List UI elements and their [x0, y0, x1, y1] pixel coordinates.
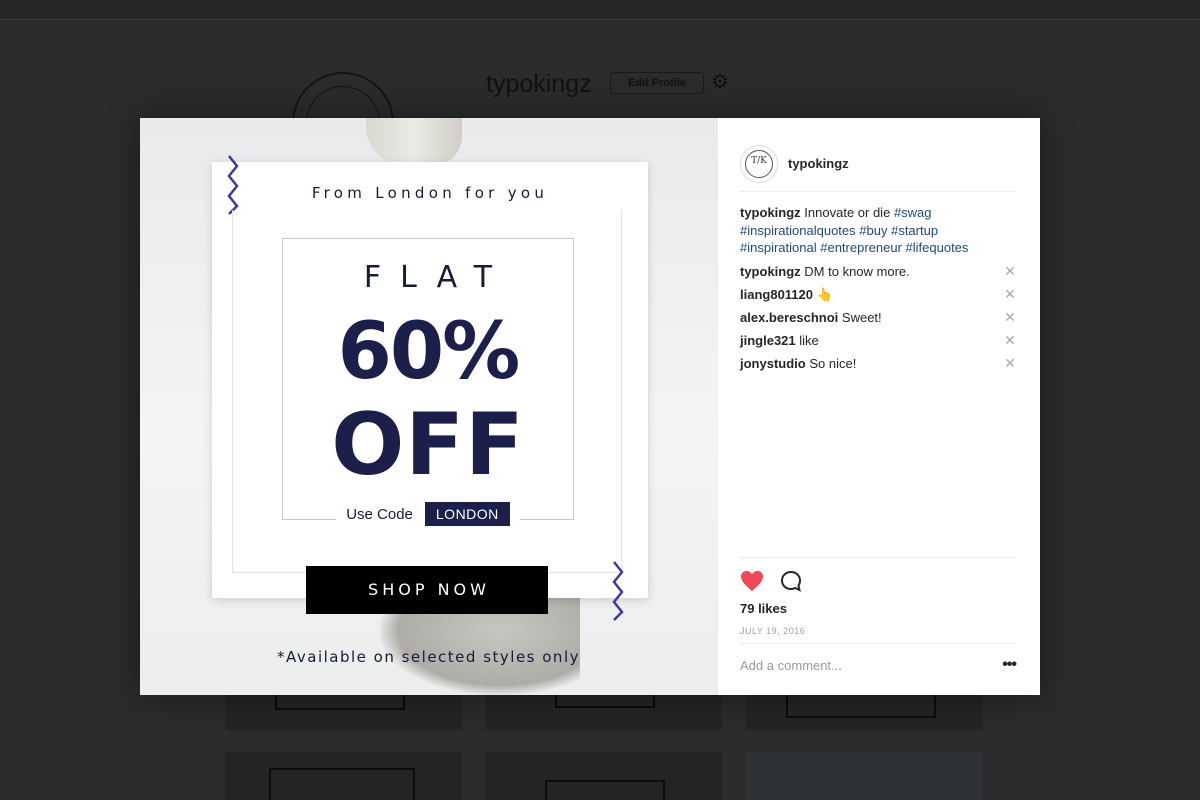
close-icon[interactable]: ✕: [1004, 310, 1016, 324]
post-image[interactable]: From London for you FLAT 60% OFF Use Cod…: [140, 118, 717, 695]
likes-count[interactable]: 79 likes: [740, 601, 787, 616]
heart-icon[interactable]: [740, 570, 764, 592]
use-code-label: Use Code: [346, 505, 413, 523]
grid-post[interactable]: [746, 690, 983, 730]
gear-icon[interactable]: ⚙: [710, 72, 730, 92]
hashtag[interactable]: #buy: [859, 223, 887, 238]
comment-input[interactable]: [740, 658, 970, 673]
comment-author[interactable]: jonystudio: [740, 356, 806, 371]
comment-item: alex.bereschnoi Sweet! ✕: [740, 309, 1016, 332]
promo-card: From London for you FLAT 60% OFF Use Cod…: [212, 155, 648, 621]
post-date: JULY 19, 2016: [740, 626, 806, 636]
promo-code-badge: LONDON: [424, 502, 510, 526]
post-header: T/K typokingz: [740, 136, 1016, 192]
comment-author[interactable]: alex.bereschnoi: [740, 310, 838, 325]
hashtag[interactable]: #startup: [891, 223, 938, 238]
edit-profile-button[interactable]: Edit Profile: [610, 72, 704, 94]
hashtag[interactable]: #lifequotes: [906, 240, 969, 255]
flat-label: FLAT: [363, 260, 512, 295]
comment-text: like: [799, 332, 819, 348]
shop-now-button[interactable]: SHOP NOW: [306, 566, 548, 614]
comment-item: jonystudio So nice! ✕: [740, 355, 1016, 378]
promo-code-row: Use Code LONDON: [282, 500, 574, 528]
close-icon[interactable]: ✕: [1004, 333, 1016, 347]
add-comment-bar: •••: [740, 643, 1017, 695]
comment-text: 👆: [816, 286, 833, 302]
comment-author[interactable]: liang801120: [740, 287, 813, 302]
profile-username: typokingz: [486, 70, 592, 98]
grid-post[interactable]: [746, 752, 983, 800]
comment-item: typokingz DM to know more. ✕: [740, 263, 1016, 286]
comment-item: jingle321 like ✕: [740, 332, 1016, 355]
disclaimer-text: *Available on selected styles only: [277, 648, 580, 666]
comment-text: So nice!: [809, 355, 857, 371]
post-caption: typokingz Innovate or die #swag #inspira…: [740, 204, 1016, 257]
comment-item: liang801120 👆 ✕: [740, 286, 1016, 309]
caption-author[interactable]: typokingz: [740, 205, 801, 220]
caption-text: Innovate or die: [804, 205, 891, 220]
off-label: OFF: [331, 395, 525, 495]
grid-post[interactable]: [225, 752, 462, 800]
grid-post[interactable]: [485, 690, 722, 730]
grid-post[interactable]: [485, 752, 722, 800]
post-actions: 79 likes JULY 19, 2016: [740, 557, 1016, 643]
grid-post[interactable]: [225, 690, 462, 730]
hashtag[interactable]: #inspirationalquotes: [740, 223, 856, 238]
post-author[interactable]: typokingz: [788, 156, 849, 171]
close-icon[interactable]: ✕: [1004, 287, 1016, 301]
comment-author[interactable]: typokingz: [740, 264, 801, 279]
promo-headline: From London for you: [311, 184, 549, 202]
zigzag-decoration: [612, 561, 624, 621]
hashtag[interactable]: #entrepreneur: [820, 240, 902, 255]
hashtag[interactable]: #swag: [894, 205, 932, 220]
comment-text: Sweet!: [841, 309, 882, 325]
model-photo-top: [366, 118, 462, 166]
close-icon[interactable]: ✕: [1004, 356, 1016, 370]
post-modal: From London for you FLAT 60% OFF Use Cod…: [140, 118, 1040, 695]
top-bar: [0, 0, 1200, 20]
comment-author[interactable]: jingle321: [740, 333, 796, 348]
post-side-panel: T/K typokingz typokingz Innovate or die …: [717, 118, 1040, 695]
hashtag[interactable]: #inspirational: [740, 240, 817, 255]
avatar[interactable]: T/K: [740, 144, 778, 183]
more-options-icon[interactable]: •••: [1002, 656, 1017, 674]
comment-text: DM to know more.: [804, 263, 910, 279]
discount-value: 60%: [337, 307, 521, 397]
close-icon[interactable]: ✕: [1004, 264, 1016, 278]
comment-icon[interactable]: [780, 570, 802, 592]
comments-list: typokingz Innovate or die #swag #inspira…: [740, 204, 1016, 378]
